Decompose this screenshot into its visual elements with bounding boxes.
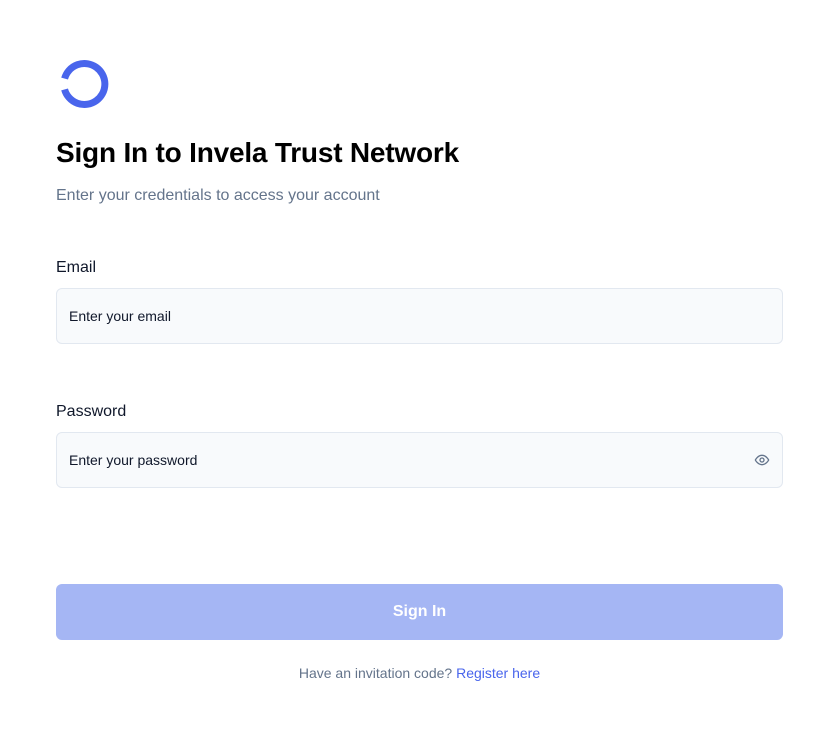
email-label: Email [56, 259, 97, 276]
register-prompt: Have an invitation code? Register here [56, 665, 783, 681]
show-password-toggle[interactable] [752, 450, 772, 470]
password-field[interactable] [57, 433, 782, 487]
email-field[interactable] [57, 289, 782, 343]
page-subtitle: Enter your credentials to access your ac… [56, 187, 380, 204]
sign-in-button[interactable]: Sign In [56, 584, 783, 640]
invitation-prompt-text: Have an invitation code? [298, 665, 453, 681]
email-field-container [56, 288, 783, 344]
sign-in-page: Sign In to Invela Trust Network Enter yo… [0, 0, 839, 740]
register-link[interactable]: Register here [456, 665, 540, 681]
password-field-container [56, 432, 783, 488]
page-title: Sign In to Invela Trust Network [56, 137, 459, 168]
eye-icon [754, 452, 770, 468]
invela-logo-icon [56, 56, 112, 112]
password-label: Password [56, 403, 127, 420]
